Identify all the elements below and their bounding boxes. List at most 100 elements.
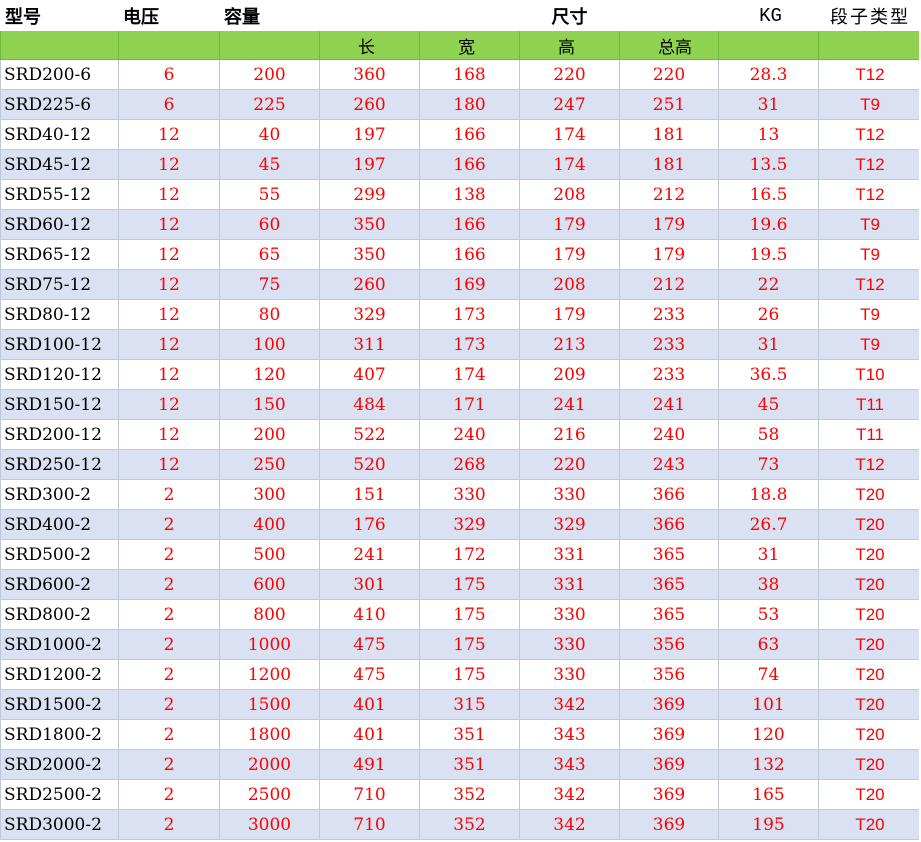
- cell-width[interactable]: 166: [419, 239, 520, 270]
- cell-terminal-type[interactable]: T20: [818, 779, 921, 810]
- header-terminal-type[interactable]: 段子类型: [818, 0, 921, 31]
- cell-width[interactable]: 169: [419, 269, 520, 300]
- cell-width[interactable]: 174: [419, 359, 520, 390]
- cell-capacity[interactable]: 800: [219, 599, 320, 630]
- cell-capacity[interactable]: 60: [219, 209, 320, 240]
- cell-model[interactable]: SRD600-2: [0, 569, 119, 600]
- cell-model[interactable]: SRD55-12: [0, 179, 119, 210]
- cell-length[interactable]: 241: [319, 539, 420, 570]
- cell-voltage[interactable]: 2: [118, 629, 220, 660]
- cell-height[interactable]: 208: [519, 179, 620, 210]
- cell-length[interactable]: 520: [319, 449, 420, 480]
- cell-length[interactable]: 260: [319, 89, 420, 120]
- cell-capacity[interactable]: 250: [219, 449, 320, 480]
- cell-weight[interactable]: 31: [718, 539, 819, 570]
- cell-terminal-type[interactable]: T9: [818, 299, 921, 330]
- cell-height[interactable]: 179: [519, 209, 620, 240]
- cell-weight[interactable]: 36.5: [718, 359, 819, 390]
- header-voltage[interactable]: 电压: [118, 0, 220, 31]
- cell-capacity[interactable]: 2000: [219, 749, 320, 780]
- cell-length[interactable]: 410: [319, 599, 420, 630]
- cell-capacity[interactable]: 40: [219, 119, 320, 150]
- cell-length[interactable]: 475: [319, 629, 420, 660]
- cell-height[interactable]: 343: [519, 749, 620, 780]
- subheader-empty-cell[interactable]: [118, 30, 220, 60]
- cell-width[interactable]: 180: [419, 89, 520, 120]
- cell-width[interactable]: 166: [419, 119, 520, 150]
- cell-voltage[interactable]: 12: [118, 359, 220, 390]
- cell-voltage[interactable]: 2: [118, 599, 220, 630]
- cell-total-height[interactable]: 181: [619, 149, 719, 180]
- cell-terminal-type[interactable]: T20: [818, 749, 921, 780]
- cell-voltage[interactable]: 6: [118, 89, 220, 120]
- cell-width[interactable]: 352: [419, 779, 520, 810]
- cell-model[interactable]: SRD225-6: [0, 89, 119, 120]
- cell-length[interactable]: 522: [319, 419, 420, 450]
- cell-width[interactable]: 315: [419, 689, 520, 720]
- cell-terminal-type[interactable]: T12: [818, 119, 921, 150]
- header-dimensions[interactable]: 尺寸: [519, 0, 620, 31]
- cell-terminal-type[interactable]: T9: [818, 239, 921, 270]
- header-empty-cell[interactable]: [619, 0, 719, 31]
- cell-length[interactable]: 176: [319, 509, 420, 540]
- cell-voltage[interactable]: 12: [118, 239, 220, 270]
- cell-length[interactable]: 407: [319, 359, 420, 390]
- cell-weight[interactable]: 26: [718, 299, 819, 330]
- cell-terminal-type[interactable]: T9: [818, 89, 921, 120]
- cell-terminal-type[interactable]: T9: [818, 329, 921, 360]
- cell-model[interactable]: SRD400-2: [0, 509, 119, 540]
- cell-width[interactable]: 173: [419, 299, 520, 330]
- cell-weight[interactable]: 22: [718, 269, 819, 300]
- subheader-empty-cell[interactable]: [718, 30, 819, 60]
- cell-voltage[interactable]: 2: [118, 659, 220, 690]
- cell-terminal-type[interactable]: T12: [818, 149, 921, 180]
- cell-voltage[interactable]: 2: [118, 719, 220, 750]
- cell-terminal-type[interactable]: T20: [818, 629, 921, 660]
- cell-capacity[interactable]: 200: [219, 59, 320, 90]
- cell-length[interactable]: 350: [319, 209, 420, 240]
- cell-width[interactable]: 175: [419, 629, 520, 660]
- cell-width[interactable]: 173: [419, 329, 520, 360]
- cell-width[interactable]: 240: [419, 419, 520, 450]
- cell-capacity[interactable]: 225: [219, 89, 320, 120]
- subheader-length[interactable]: 长: [319, 30, 420, 60]
- cell-height[interactable]: 174: [519, 149, 620, 180]
- cell-width[interactable]: 175: [419, 569, 520, 600]
- cell-terminal-type[interactable]: T20: [818, 479, 921, 510]
- cell-model[interactable]: SRD2000-2: [0, 749, 119, 780]
- cell-length[interactable]: 401: [319, 719, 420, 750]
- cell-length[interactable]: 299: [319, 179, 420, 210]
- cell-length[interactable]: 360: [319, 59, 420, 90]
- cell-model[interactable]: SRD300-2: [0, 479, 119, 510]
- cell-terminal-type[interactable]: T20: [818, 509, 921, 540]
- cell-weight[interactable]: 53: [718, 599, 819, 630]
- cell-terminal-type[interactable]: T11: [818, 419, 921, 450]
- cell-weight[interactable]: 132: [718, 749, 819, 780]
- cell-total-height[interactable]: 369: [619, 749, 719, 780]
- cell-model[interactable]: SRD200-6: [0, 59, 119, 90]
- cell-weight[interactable]: 31: [718, 329, 819, 360]
- cell-terminal-type[interactable]: T12: [818, 179, 921, 210]
- cell-capacity[interactable]: 300: [219, 479, 320, 510]
- cell-voltage[interactable]: 12: [118, 329, 220, 360]
- subheader-empty-cell[interactable]: [0, 30, 119, 60]
- cell-total-height[interactable]: 365: [619, 569, 719, 600]
- cell-model[interactable]: SRD2500-2: [0, 779, 119, 810]
- cell-capacity[interactable]: 400: [219, 509, 320, 540]
- cell-terminal-type[interactable]: T9: [818, 209, 921, 240]
- cell-weight[interactable]: 19.5: [718, 239, 819, 270]
- cell-terminal-type[interactable]: T10: [818, 359, 921, 390]
- cell-weight[interactable]: 120: [718, 719, 819, 750]
- cell-voltage[interactable]: 6: [118, 59, 220, 90]
- cell-voltage[interactable]: 2: [118, 809, 220, 840]
- cell-height[interactable]: 330: [519, 659, 620, 690]
- cell-height[interactable]: 331: [519, 569, 620, 600]
- cell-weight[interactable]: 165: [718, 779, 819, 810]
- cell-weight[interactable]: 63: [718, 629, 819, 660]
- cell-total-height[interactable]: 369: [619, 779, 719, 810]
- cell-height[interactable]: 343: [519, 719, 620, 750]
- cell-width[interactable]: 172: [419, 539, 520, 570]
- subheader-empty-cell[interactable]: [219, 30, 320, 60]
- cell-voltage[interactable]: 2: [118, 749, 220, 780]
- header-empty-cell[interactable]: [419, 0, 520, 31]
